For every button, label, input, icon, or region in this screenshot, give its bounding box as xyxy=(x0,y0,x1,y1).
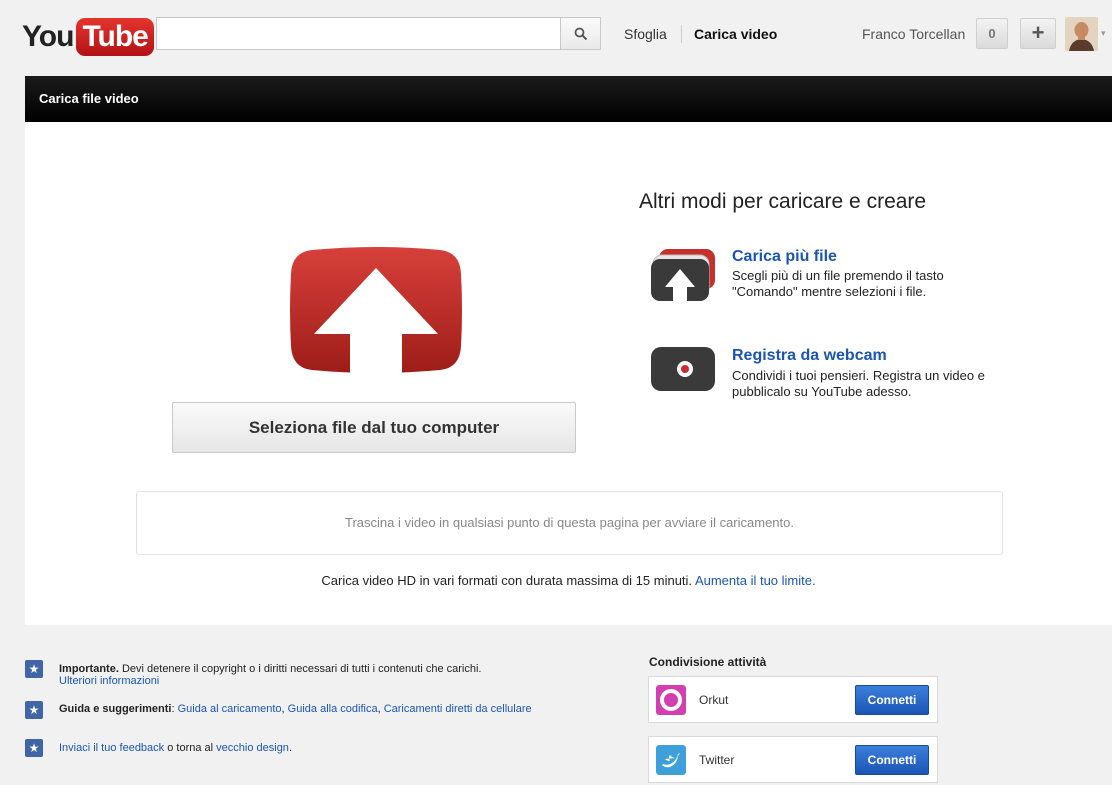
upload-guide-link[interactable]: Guida al caricamento xyxy=(178,703,282,715)
upload-panel: Seleziona file dal tuo computer Altri mo… xyxy=(25,122,1112,625)
feedback-text: o torna al xyxy=(164,742,217,754)
search-icon xyxy=(574,27,587,40)
mobile-upload-link[interactable]: Caricamenti diretti da cellulare xyxy=(384,703,532,715)
guide-tips: Guida e suggerimenti: Guida al caricamen… xyxy=(59,703,559,715)
upload-arrow-icon[interactable] xyxy=(290,246,462,374)
logo-tube: Tube xyxy=(76,18,154,56)
twitter-share-row: Twitter Connetti xyxy=(648,736,938,783)
encoding-guide-link[interactable]: Guida alla codifica xyxy=(288,703,378,715)
feedback-link[interactable]: Inviaci il tuo feedback xyxy=(59,742,164,754)
important-bold: Importante. xyxy=(59,663,119,675)
orkut-icon xyxy=(656,685,686,715)
orkut-share-row: Orkut Connetti xyxy=(648,676,938,723)
orkut-connect-button[interactable]: Connetti xyxy=(855,685,929,715)
avatar[interactable] xyxy=(1065,17,1098,51)
avatar-image xyxy=(1065,17,1098,51)
multi-upload-link[interactable]: Carica più file xyxy=(732,248,837,266)
old-design-link[interactable]: vecchio design xyxy=(216,742,289,754)
feedback-end: . xyxy=(288,742,292,754)
nav-upload-link[interactable]: Carica video xyxy=(694,26,777,42)
user-name-link[interactable]: Franco Torcellan xyxy=(862,26,965,42)
webcam-icon[interactable] xyxy=(651,347,717,391)
search-button[interactable] xyxy=(560,17,601,50)
guide-bold: Guida e suggerimenti xyxy=(59,703,172,715)
page-title-bar: Carica file video xyxy=(25,76,1112,122)
star-icon: ★ xyxy=(25,739,43,757)
webcam-description: Condividi i tuoi pensieri. Registra un v… xyxy=(732,368,985,399)
activity-sharing-title: Condivisione attività xyxy=(649,655,767,669)
other-methods-title: Altri modi per caricare e creare xyxy=(639,190,927,213)
drop-zone[interactable]: Trascina i video in qualsiasi punto di q… xyxy=(136,491,1003,555)
more-info-link[interactable]: Ulteriori informazioni xyxy=(59,675,159,687)
multi-upload-description: Scegli più di un file premendo il tasto … xyxy=(732,268,944,299)
hd-note-text: Carica video HD in vari formati con dura… xyxy=(321,573,693,588)
youtube-logo[interactable]: You Tube xyxy=(22,18,154,56)
top-header: You Tube Sfoglia Carica video Franco Torc… xyxy=(0,0,1112,80)
feedback-notice: Inviaci il tuo feedback o torna al vecch… xyxy=(59,742,549,754)
important-text: Devi detenere il copyright o i diritti n… xyxy=(118,663,482,675)
chevron-down-icon[interactable]: ▾ xyxy=(1101,28,1106,39)
star-icon: ★ xyxy=(25,660,43,678)
page-title: Carica file video xyxy=(39,91,139,106)
multi-upload-icon[interactable] xyxy=(649,247,719,303)
hd-limit-note: Carica video HD in vari formati con dura… xyxy=(25,573,1112,588)
nav-separator xyxy=(681,25,682,43)
twitter-icon xyxy=(656,745,686,775)
webcam-record-link[interactable]: Registra da webcam xyxy=(732,347,887,365)
search-input[interactable] xyxy=(156,17,560,50)
important-notice: Importante. Devi detenere il copyright o… xyxy=(59,663,549,687)
nav-browse-link[interactable]: Sfoglia xyxy=(624,26,667,42)
twitter-label: Twitter xyxy=(699,753,735,767)
notification-count-button[interactable]: 0 xyxy=(976,18,1008,49)
star-icon: ★ xyxy=(25,701,43,719)
select-files-button[interactable]: Seleziona file dal tuo computer xyxy=(172,402,576,453)
increase-limit-link[interactable]: Aumenta il tuo limite. xyxy=(695,573,816,588)
create-button[interactable]: + xyxy=(1020,18,1056,49)
logo-you: You xyxy=(22,20,74,53)
twitter-connect-button[interactable]: Connetti xyxy=(855,745,929,775)
orkut-label: Orkut xyxy=(699,693,729,707)
